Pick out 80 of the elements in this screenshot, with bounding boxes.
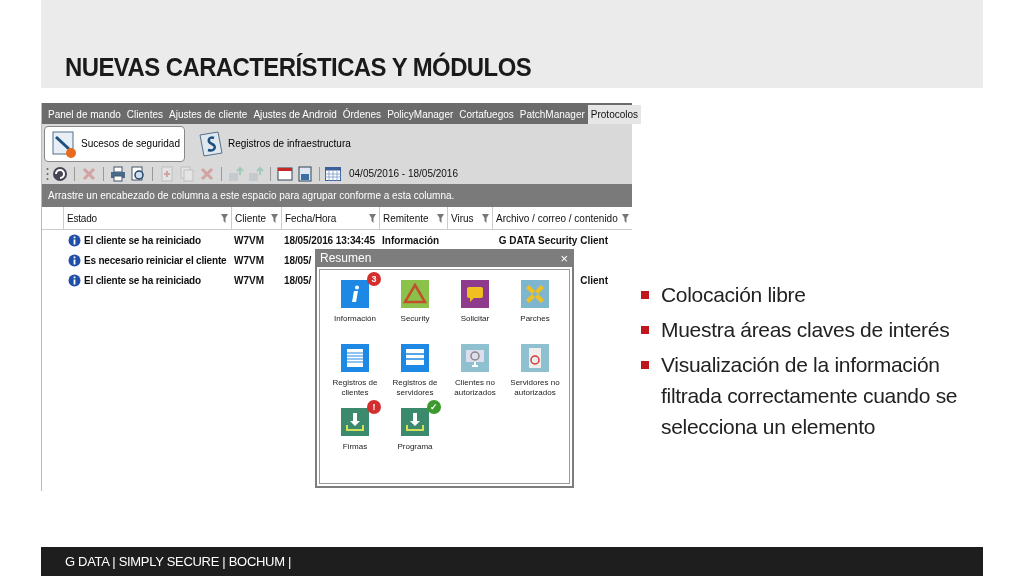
- tab[interactable]: Cortafuegos: [456, 105, 517, 124]
- save-icon[interactable]: [296, 165, 314, 182]
- tab[interactable]: PolicyManager: [384, 105, 457, 124]
- column-header[interactable]: Archivo / correo / contenido: [492, 207, 632, 229]
- ribbon-button[interactable]: Sucesos de seguridad: [44, 125, 185, 162]
- tab[interactable]: Protocolos: [587, 105, 642, 124]
- table-cell: G DATA Security Client: [498, 234, 608, 246]
- window-icon[interactable]: [276, 165, 294, 182]
- table-cell: 18/05/2016 13:34:45: [284, 234, 375, 246]
- close-button[interactable]: ×: [556, 250, 572, 266]
- badge: 3: [367, 272, 381, 286]
- table-cell: W7VM: [234, 274, 264, 286]
- filter-icon[interactable]: [482, 213, 489, 223]
- table-cell: W7VM: [234, 254, 264, 266]
- column-header[interactable]: Cliente: [231, 207, 281, 229]
- table-cell: Información: [382, 234, 440, 246]
- chat-icon: [461, 280, 489, 308]
- column-header[interactable]: Remitente: [379, 207, 447, 229]
- summary-tile[interactable]: Registros de servidores: [385, 335, 445, 399]
- table-cell: El cliente se ha reiniciado: [84, 234, 201, 246]
- bullet-text: Colocación libre: [661, 282, 806, 308]
- download-icon: [341, 408, 369, 436]
- summary-tile[interactable]: Solicitar: [445, 271, 505, 335]
- summary-tile[interactable]: Security: [385, 271, 445, 335]
- info-icon: [68, 273, 81, 287]
- summary-tile[interactable]: Registros de clientes: [325, 335, 385, 399]
- patch-icon: [521, 280, 549, 308]
- info-icon: [68, 233, 81, 247]
- bullet-text: Muestra áreas claves de interés: [661, 317, 950, 343]
- filter-icon[interactable]: [369, 213, 376, 223]
- tab[interactable]: Órdenes: [339, 105, 385, 124]
- server-icon: [401, 344, 429, 372]
- refresh-icon[interactable]: [51, 165, 69, 182]
- bullet-text: Visualización de la información filtrada correctamente cuando se selecciona un elemento: [661, 352, 959, 440]
- ribbon-button[interactable]: Registros de infraestructura: [190, 125, 356, 162]
- badge: ✓: [427, 400, 441, 414]
- table-cell: 18/05/: [284, 254, 312, 266]
- column-header[interactable]: Estado: [63, 207, 231, 229]
- tab[interactable]: Panel de mando: [45, 105, 124, 124]
- badge: !: [367, 400, 381, 414]
- tab[interactable]: PatchManager: [516, 105, 588, 124]
- tab[interactable]: Ajustes de cliente: [166, 105, 251, 124]
- date-range[interactable]: 04/05/2016 - 18/05/2016: [349, 168, 458, 179]
- column-header[interactable]: Fecha/Hora: [281, 207, 379, 229]
- preview-icon[interactable]: [129, 165, 147, 182]
- summary-tile[interactable]: Parches: [505, 271, 565, 335]
- download-icon: [401, 408, 429, 436]
- window-title: Resumen: [320, 251, 372, 265]
- bullet-square: [641, 326, 649, 334]
- grip-icon: [46, 166, 49, 181]
- tab[interactable]: Clientes: [123, 105, 166, 124]
- table-cell: 18/05/: [284, 274, 312, 286]
- filter-icon[interactable]: [437, 213, 444, 223]
- column-header[interactable]: Virus: [447, 207, 492, 229]
- table-cell: Es necesario reiniciar el cliente: [84, 254, 227, 266]
- bullet-square: [641, 361, 649, 369]
- summary-tile[interactable]: Clientes no autorizados: [445, 335, 505, 399]
- warn-icon: [401, 280, 429, 308]
- calendar-icon: [325, 166, 341, 181]
- summary-tile[interactable]: ✓ Programa: [385, 399, 445, 463]
- tab[interactable]: Ajustes de Android: [250, 105, 340, 124]
- slide-title: NUEVAS CARACTERÍSTICAS Y MÓDULOS: [65, 52, 532, 83]
- table-cell: El cliente se ha reiniciado: [84, 274, 201, 286]
- info-icon: [341, 280, 369, 308]
- table-cell: Client: [580, 274, 608, 286]
- filter-icon[interactable]: [271, 213, 278, 223]
- filter-icon[interactable]: [221, 213, 228, 223]
- info-icon: [68, 253, 81, 267]
- filter-icon[interactable]: [622, 213, 629, 223]
- footer-text: G DATA | SIMPLY SECURE | BOCHUM |: [65, 554, 292, 569]
- group-hint: Arrastre un encabezado de columna a este espacio para agrupar conforme a esta columna.: [48, 190, 455, 201]
- notepad-alert-icon: [49, 128, 79, 159]
- table-cell: W7VM: [234, 234, 264, 246]
- summary-tile[interactable]: ! Firmas: [325, 399, 385, 463]
- bullet-square: [641, 291, 649, 299]
- list-icon: [341, 344, 369, 372]
- monitor-icon: [461, 344, 489, 372]
- print-icon[interactable]: [109, 165, 127, 182]
- summary-tile[interactable]: Servidores no autorizados: [505, 335, 565, 399]
- summary-tile[interactable]: 3 Información: [325, 271, 385, 335]
